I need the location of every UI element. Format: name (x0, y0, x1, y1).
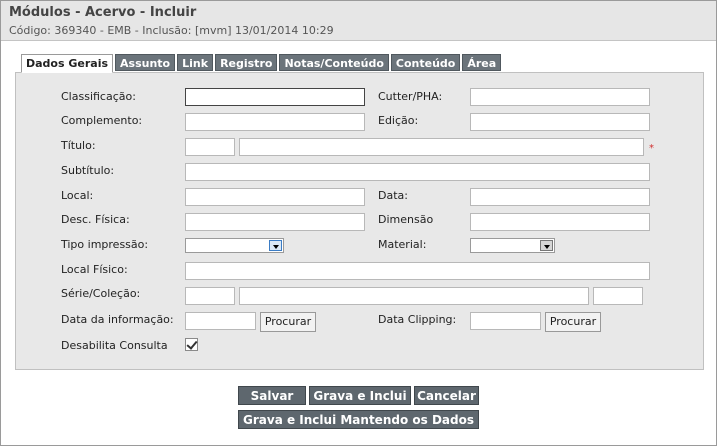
tab-link[interactable]: Link (177, 54, 214, 71)
grava-inclui-button[interactable]: Grava e Inclui (309, 386, 411, 405)
serie-number-input[interactable] (593, 287, 643, 305)
dialog-window: Módulos - Acervo - Incluir Código: 36934… (0, 0, 717, 446)
data-informacao-input[interactable] (185, 312, 256, 330)
dimensao-input[interactable] (470, 213, 650, 231)
grava-inclui-mantendo-button[interactable]: Grava e Inclui Mantendo os Dados (238, 410, 479, 429)
tab-bar: Dados Gerais Assunto Link Registro Notas… (21, 54, 503, 73)
serie-colecao-input[interactable] (239, 287, 589, 305)
edicao-label: Edição: (378, 114, 419, 127)
desc-fisica-label: Desc. Física: (61, 213, 130, 226)
classificacao-input[interactable] (185, 88, 365, 106)
tipo-impressao-select[interactable] (185, 238, 284, 253)
salvar-button[interactable]: Salvar (238, 386, 306, 405)
subtitulo-label: Subtítulo: (61, 164, 115, 177)
material-select[interactable] (470, 238, 555, 253)
local-label: Local: (61, 189, 94, 202)
chevron-down-icon[interactable] (269, 240, 282, 251)
form-panel: Classificação: Cutter/PHA: Complemento: … (15, 72, 704, 370)
local-fisico-label: Local Físico: (61, 263, 128, 276)
page-title: Módulos - Acervo - Incluir (9, 5, 197, 20)
record-info: Código: 369340 - EMB - Inclusão: [mvm] 1… (9, 24, 334, 37)
required-marker: * (649, 143, 654, 154)
data-clipping-input[interactable] (470, 312, 541, 330)
procurar-data-informacao-button[interactable]: Procurar (260, 312, 316, 332)
data-informacao-label: Data da informação: (61, 313, 174, 326)
tab-dados-gerais[interactable]: Dados Gerais (21, 54, 114, 73)
titulo-input[interactable] (239, 138, 644, 156)
local-fisico-input[interactable] (185, 262, 650, 280)
tab-conteudo[interactable]: Conteúdo (390, 54, 461, 71)
cutter-input[interactable] (470, 88, 650, 106)
material-label: Material: (378, 238, 427, 251)
subtitulo-input[interactable] (185, 163, 650, 181)
titulo-prefix-input[interactable] (185, 138, 235, 156)
serie-prefix-input[interactable] (185, 287, 235, 305)
tab-notas-conteudo[interactable]: Notas/Conteúdo (279, 54, 389, 71)
dimensao-label: Dimensão (378, 213, 434, 226)
serie-colecao-label: Série/Coleção: (61, 287, 141, 300)
cancelar-button[interactable]: Cancelar (414, 386, 479, 405)
data-clipping-label: Data Clipping: (378, 313, 457, 326)
classificacao-label: Classificação: (61, 90, 136, 103)
cutter-label: Cutter/PHA: (378, 90, 443, 103)
complemento-label: Complemento: (61, 114, 143, 127)
procurar-data-clipping-button[interactable]: Procurar (545, 312, 601, 332)
desabilita-consulta-checkbox[interactable] (185, 338, 198, 351)
dialog-header: Módulos - Acervo - Incluir Código: 36934… (1, 1, 716, 41)
tipo-impressao-label: Tipo impressão: (61, 238, 149, 251)
data-label: Data: (378, 189, 408, 202)
local-input[interactable] (185, 188, 365, 206)
chevron-down-icon[interactable] (540, 240, 553, 251)
tab-registro[interactable]: Registro (215, 54, 278, 71)
data-input[interactable] (470, 188, 650, 206)
complemento-input[interactable] (185, 113, 365, 131)
edicao-input[interactable] (470, 113, 650, 131)
desc-fisica-input[interactable] (185, 213, 365, 231)
titulo-label: Título: (61, 139, 96, 152)
tab-assunto[interactable]: Assunto (115, 54, 176, 71)
desabilita-consulta-label: Desabilita Consulta (61, 339, 168, 352)
tab-area[interactable]: Área (462, 54, 502, 71)
